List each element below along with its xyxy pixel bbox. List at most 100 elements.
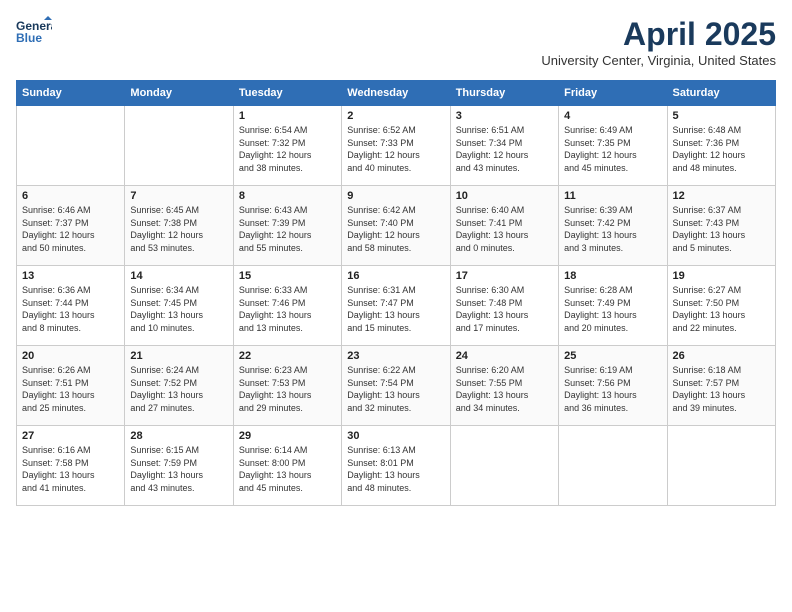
day-number: 30 bbox=[347, 430, 444, 442]
day-cell: 22Sunrise: 6:23 AM Sunset: 7:53 PM Dayli… bbox=[233, 346, 341, 426]
day-detail: Sunrise: 6:20 AM Sunset: 7:55 PM Dayligh… bbox=[456, 364, 553, 414]
week-row-4: 20Sunrise: 6:26 AM Sunset: 7:51 PM Dayli… bbox=[17, 346, 776, 426]
day-number: 7 bbox=[130, 190, 227, 202]
day-cell: 29 Sunrise: 6:14 AM Sunset: 8:00 PM Dayli… bbox=[233, 426, 341, 506]
day-detail: Sunrise: 6:54 AM Sunset: 7:32 PM Dayligh… bbox=[239, 124, 336, 174]
day-number: 19 bbox=[673, 270, 770, 282]
day-number: 25 bbox=[564, 350, 661, 362]
col-header-tuesday: Tuesday bbox=[233, 81, 341, 106]
day-cell: 5 Sunrise: 6:48 AM Sunset: 7:36 PM Daylig… bbox=[667, 106, 775, 186]
day-cell: 24 Sunrise: 6:20 AM Sunset: 7:55 PM Dayli… bbox=[450, 346, 558, 426]
day-number: 15 bbox=[239, 270, 336, 282]
week-row-1: 1Sunrise: 6:54 AM Sunset: 7:32 PM Daylig… bbox=[17, 106, 776, 186]
day-cell: 4 Sunrise: 6:49 AM Sunset: 7:35 PM Daylig… bbox=[559, 106, 667, 186]
day-detail: Sunrise: 6:26 AM Sunset: 7:51 PM Dayligh… bbox=[22, 364, 119, 414]
day-detail: Sunrise: 6:39 AM Sunset: 7:42 PM Dayligh… bbox=[564, 204, 661, 254]
day-cell: 30Sunrise: 6:13 AM Sunset: 8:01 PM Dayli… bbox=[342, 426, 450, 506]
day-number: 12 bbox=[673, 190, 770, 202]
day-cell: 8 Sunrise: 6:43 AM Sunset: 7:39 PM Daylig… bbox=[233, 186, 341, 266]
day-cell: 6 Sunrise: 6:46 AM Sunset: 7:37 PM Daylig… bbox=[17, 186, 125, 266]
day-detail: Sunrise: 6:18 AM Sunset: 7:57 PM Dayligh… bbox=[673, 364, 770, 414]
day-cell: 21 Sunrise: 6:24 AM Sunset: 7:52 PM Dayli… bbox=[125, 346, 233, 426]
page-header: General Blue April 2025 University Cente… bbox=[16, 16, 776, 68]
day-number: 24 bbox=[456, 350, 553, 362]
logo: General Blue bbox=[16, 16, 52, 46]
day-detail: Sunrise: 6:37 AM Sunset: 7:43 PM Dayligh… bbox=[673, 204, 770, 254]
day-cell bbox=[667, 426, 775, 506]
day-number: 5 bbox=[673, 110, 770, 122]
day-detail: Sunrise: 6:52 AM Sunset: 7:33 PM Dayligh… bbox=[347, 124, 444, 174]
week-row-5: 27Sunrise: 6:16 AM Sunset: 7:58 PM Dayli… bbox=[17, 426, 776, 506]
month-title: April 2025 bbox=[541, 16, 776, 53]
location-subtitle: University Center, Virginia, United Stat… bbox=[541, 53, 776, 68]
col-header-friday: Friday bbox=[559, 81, 667, 106]
day-cell: 13 Sunrise: 6:36 AM Sunset: 7:44 PM Dayli… bbox=[17, 266, 125, 346]
day-detail: Sunrise: 6:36 AM Sunset: 7:44 PM Dayligh… bbox=[22, 284, 119, 334]
day-number: 4 bbox=[564, 110, 661, 122]
day-cell: 7 Sunrise: 6:45 AM Sunset: 7:38 PM Daylig… bbox=[125, 186, 233, 266]
day-detail: Sunrise: 6:24 AM Sunset: 7:52 PM Dayligh… bbox=[130, 364, 227, 414]
day-detail: Sunrise: 6:48 AM Sunset: 7:36 PM Dayligh… bbox=[673, 124, 770, 174]
day-cell: 26Sunrise: 6:18 AM Sunset: 7:57 PM Dayli… bbox=[667, 346, 775, 426]
day-number: 3 bbox=[456, 110, 553, 122]
day-cell: 9 Sunrise: 6:42 AM Sunset: 7:40 PM Daylig… bbox=[342, 186, 450, 266]
day-cell: 1Sunrise: 6:54 AM Sunset: 7:32 PM Daylig… bbox=[233, 106, 341, 186]
day-number: 18 bbox=[564, 270, 661, 282]
day-cell: 14 Sunrise: 6:34 AM Sunset: 7:45 PM Dayli… bbox=[125, 266, 233, 346]
day-number: 22 bbox=[239, 350, 336, 362]
day-cell: 25 Sunrise: 6:19 AM Sunset: 7:56 PM Dayli… bbox=[559, 346, 667, 426]
day-cell: 18 Sunrise: 6:28 AM Sunset: 7:49 PM Dayli… bbox=[559, 266, 667, 346]
day-cell bbox=[450, 426, 558, 506]
day-cell bbox=[559, 426, 667, 506]
day-cell bbox=[125, 106, 233, 186]
day-detail: Sunrise: 6:42 AM Sunset: 7:40 PM Dayligh… bbox=[347, 204, 444, 254]
logo-icon: General Blue bbox=[16, 16, 52, 46]
day-number: 9 bbox=[347, 190, 444, 202]
day-number: 2 bbox=[347, 110, 444, 122]
day-number: 21 bbox=[130, 350, 227, 362]
day-number: 17 bbox=[456, 270, 553, 282]
day-cell: 23Sunrise: 6:22 AM Sunset: 7:54 PM Dayli… bbox=[342, 346, 450, 426]
day-number: 13 bbox=[22, 270, 119, 282]
day-detail: Sunrise: 6:51 AM Sunset: 7:34 PM Dayligh… bbox=[456, 124, 553, 174]
day-detail: Sunrise: 6:45 AM Sunset: 7:38 PM Dayligh… bbox=[130, 204, 227, 254]
day-detail: Sunrise: 6:27 AM Sunset: 7:50 PM Dayligh… bbox=[673, 284, 770, 334]
day-number: 28 bbox=[130, 430, 227, 442]
day-cell: 16 Sunrise: 6:31 AM Sunset: 7:47 PM Dayli… bbox=[342, 266, 450, 346]
day-detail: Sunrise: 6:28 AM Sunset: 7:49 PM Dayligh… bbox=[564, 284, 661, 334]
day-cell: 15Sunrise: 6:33 AM Sunset: 7:46 PM Dayli… bbox=[233, 266, 341, 346]
day-detail: Sunrise: 6:49 AM Sunset: 7:35 PM Dayligh… bbox=[564, 124, 661, 174]
header-row: SundayMondayTuesdayWednesdayThursdayFrid… bbox=[17, 81, 776, 106]
col-header-sunday: Sunday bbox=[17, 81, 125, 106]
svg-text:Blue: Blue bbox=[16, 31, 42, 45]
day-number: 6 bbox=[22, 190, 119, 202]
day-cell: 2 Sunrise: 6:52 AM Sunset: 7:33 PM Daylig… bbox=[342, 106, 450, 186]
calendar-table: SundayMondayTuesdayWednesdayThursdayFrid… bbox=[16, 80, 776, 506]
col-header-saturday: Saturday bbox=[667, 81, 775, 106]
day-number: 27 bbox=[22, 430, 119, 442]
day-number: 29 bbox=[239, 430, 336, 442]
day-detail: Sunrise: 6:22 AM Sunset: 7:54 PM Dayligh… bbox=[347, 364, 444, 414]
day-detail: Sunrise: 6:34 AM Sunset: 7:45 PM Dayligh… bbox=[130, 284, 227, 334]
day-number: 14 bbox=[130, 270, 227, 282]
day-cell: 19 Sunrise: 6:27 AM Sunset: 7:50 PM Dayli… bbox=[667, 266, 775, 346]
day-detail: Sunrise: 6:14 AM Sunset: 8:00 PM Dayligh… bbox=[239, 444, 336, 494]
day-number: 11 bbox=[564, 190, 661, 202]
col-header-monday: Monday bbox=[125, 81, 233, 106]
title-block: April 2025 University Center, Virginia, … bbox=[541, 16, 776, 68]
day-number: 16 bbox=[347, 270, 444, 282]
day-cell: 12 Sunrise: 6:37 AM Sunset: 7:43 PM Dayli… bbox=[667, 186, 775, 266]
day-cell: 27Sunrise: 6:16 AM Sunset: 7:58 PM Dayli… bbox=[17, 426, 125, 506]
day-number: 10 bbox=[456, 190, 553, 202]
day-cell: 11 Sunrise: 6:39 AM Sunset: 7:42 PM Dayli… bbox=[559, 186, 667, 266]
day-cell: 17 Sunrise: 6:30 AM Sunset: 7:48 PM Dayli… bbox=[450, 266, 558, 346]
day-number: 8 bbox=[239, 190, 336, 202]
day-detail: Sunrise: 6:30 AM Sunset: 7:48 PM Dayligh… bbox=[456, 284, 553, 334]
day-detail: Sunrise: 6:40 AM Sunset: 7:41 PM Dayligh… bbox=[456, 204, 553, 254]
day-detail: Sunrise: 6:31 AM Sunset: 7:47 PM Dayligh… bbox=[347, 284, 444, 334]
day-cell: 3 Sunrise: 6:51 AM Sunset: 7:34 PM Daylig… bbox=[450, 106, 558, 186]
day-detail: Sunrise: 6:46 AM Sunset: 7:37 PM Dayligh… bbox=[22, 204, 119, 254]
day-detail: Sunrise: 6:43 AM Sunset: 7:39 PM Dayligh… bbox=[239, 204, 336, 254]
col-header-wednesday: Wednesday bbox=[342, 81, 450, 106]
day-detail: Sunrise: 6:19 AM Sunset: 7:56 PM Dayligh… bbox=[564, 364, 661, 414]
